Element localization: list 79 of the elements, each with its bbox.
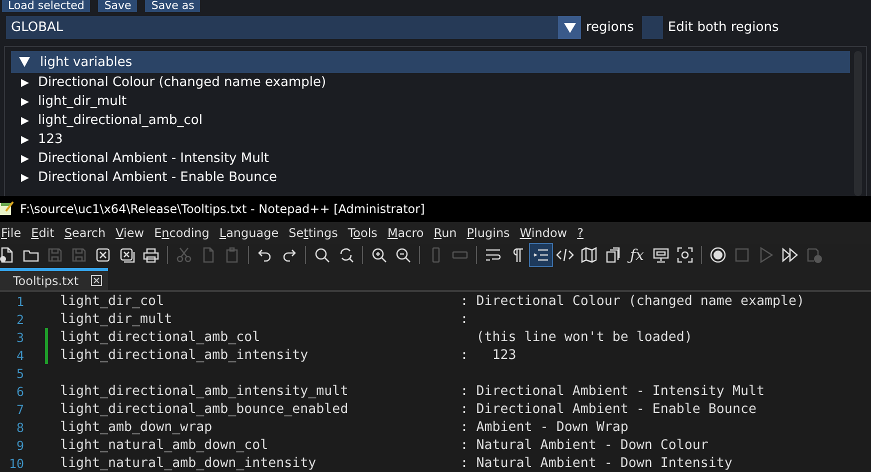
code-text: Directional Ambient - Enable Bounce (476, 402, 756, 416)
menu-item[interactable]: Search (59, 226, 111, 240)
menu-item[interactable]: View (110, 226, 150, 240)
line-number: 1 (15, 294, 24, 308)
window-title: F:\source\uc1\x64\Release\Tooltips.txt - Notepad++ [Administrator] (20, 202, 425, 216)
dropdown-label: regions (586, 20, 634, 35)
menu-item[interactable]: Edit (26, 226, 60, 240)
code-text: : (460, 420, 468, 434)
menu-item[interactable]: Plugins (462, 226, 515, 240)
code-text: : (460, 438, 468, 452)
code-text: light_dir_col (60, 294, 164, 308)
dropdown-value: GLOBAL (10, 20, 64, 35)
scrollbar[interactable] (854, 51, 862, 196)
collapse-triangle-icon (19, 57, 30, 67)
toolbar-button[interactable]: Load selected (2, 0, 90, 12)
line-number: 8 (15, 420, 24, 434)
code-text: Natural Ambient - Down Colour (476, 438, 708, 452)
toolbar-button[interactable]: Save as (145, 0, 200, 12)
code-text: light_amb_down_wrap (60, 420, 212, 434)
file-tab[interactable]: Tooltips.txt (0, 268, 108, 290)
code-text: Directional Ambient - Intensity Mult (476, 384, 764, 398)
tab-label: Tooltips.txt (13, 274, 79, 288)
menu-item[interactable]: Window (514, 226, 572, 240)
expand-triangle-icon[interactable] (21, 136, 29, 144)
code-text: : (460, 384, 468, 398)
close-icon[interactable] (90, 275, 102, 286)
code-text: : (460, 402, 468, 416)
menu-item[interactable]: Language (214, 226, 284, 240)
code-text: light_dir_mult (60, 312, 172, 326)
line-number: 9 (15, 438, 24, 452)
menu-item[interactable]: Run (428, 226, 462, 240)
code-text: Directional Colour (changed name example) (476, 294, 804, 308)
line-number: 6 (15, 384, 24, 398)
code-text: Ambient - Down Wrap (476, 420, 628, 434)
function-button[interactable]: ƒx (626, 244, 648, 266)
code-text: light_natural_amb_down_intensity (60, 456, 316, 470)
code-text: light_directional_amb_bounce_enabled (60, 402, 348, 416)
menu-item[interactable]: Settings (284, 226, 343, 240)
code-text: : (460, 312, 468, 326)
tree-header-label: light variables (40, 54, 132, 70)
toolbar-button[interactable]: Save (98, 0, 138, 12)
line-number: 10 (8, 456, 24, 470)
line-number: 5 (15, 366, 24, 380)
menu-item[interactable]: Macro (382, 226, 429, 240)
expand-triangle-icon[interactable] (21, 98, 29, 106)
menu-item[interactable]: Encoding (149, 226, 214, 240)
tree-item[interactable]: Directional Ambient - Intensity Mult (38, 151, 270, 166)
line-number: 2 (15, 312, 24, 326)
code-text: : (460, 294, 468, 308)
line-number: 7 (15, 402, 24, 416)
tree-item[interactable]: Directional Colour (changed name example) (38, 75, 326, 90)
menu-item[interactable]: ? (572, 226, 588, 240)
code-text: light_natural_amb_down_col (60, 438, 268, 452)
line-number: 4 (15, 348, 24, 362)
checkbox[interactable] (642, 16, 663, 39)
code-text: light_directional_amb_col (60, 330, 260, 344)
menu-item[interactable]: Tools (342, 226, 382, 240)
line-number: 3 (15, 330, 24, 344)
checkbox-label: Edit both regions (668, 20, 779, 35)
indent-guide-icon[interactable] (530, 244, 552, 266)
tree-item[interactable]: 123 (38, 132, 63, 147)
code-text: : (460, 456, 468, 470)
tree-item[interactable]: light_dir_mult (38, 94, 127, 109)
code-text: Natural Ambient - Down Intensity (476, 456, 732, 470)
tree-header[interactable]: light variables (11, 51, 850, 73)
expand-triangle-icon[interactable] (21, 174, 29, 182)
tree-item[interactable]: light_directional_amb_col (38, 113, 202, 128)
expand-triangle-icon[interactable] (21, 154, 29, 162)
expand-triangle-icon[interactable] (21, 78, 29, 86)
code-text: 123 (491, 348, 516, 362)
tree-item[interactable]: Directional Ambient - Enable Bounce (38, 170, 278, 185)
code-text: light_directional_amb_intensity_mult (60, 384, 348, 398)
code-text: light_directional_amb_intensity (60, 348, 308, 362)
code-text: : (460, 348, 468, 362)
menu-item[interactable]: File (0, 226, 26, 240)
code-text: (this line won't be loaded) (476, 330, 692, 344)
region-dropdown[interactable]: GLOBAL (6, 16, 581, 39)
notepad-icon (0, 200, 14, 218)
expand-triangle-icon[interactable] (21, 116, 29, 124)
